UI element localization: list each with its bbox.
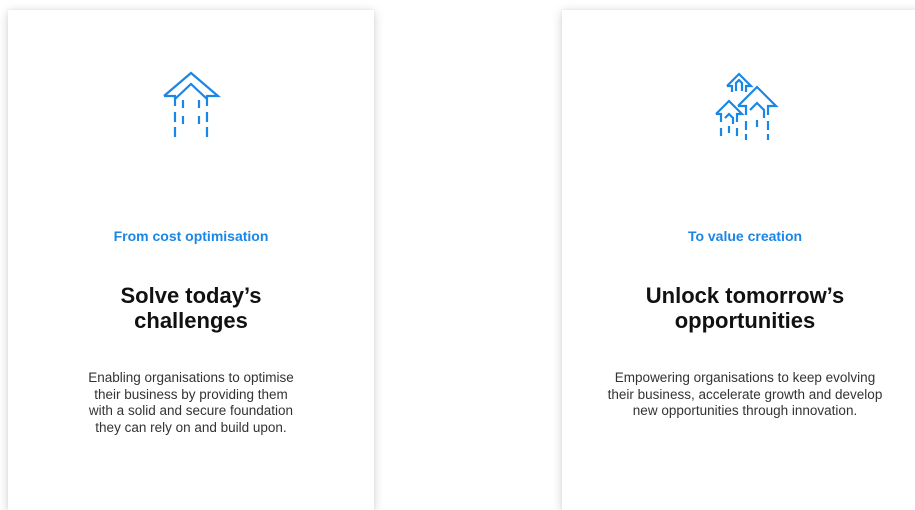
title-line-1: Unlock tomorrow’s xyxy=(645,283,845,308)
title-line-2: challenges xyxy=(134,308,248,333)
card-kicker: To value creation xyxy=(687,228,803,244)
value-creation-card: To value creation Unlock tomorrow’s oppo… xyxy=(562,10,915,510)
cost-optimisation-card: From cost optimisation Solve today’s cha… xyxy=(8,10,374,510)
card-title: Unlock tomorrow’s opportunities xyxy=(582,283,908,333)
title-line-2: opportunities xyxy=(674,308,816,333)
multiple-arrows-up-icon xyxy=(562,70,915,160)
single-arrow-up-icon xyxy=(8,70,374,160)
card-description: Enabling organisations to optimise their… xyxy=(88,370,294,435)
card-title: Solve today’s challenges xyxy=(28,283,354,333)
card-kicker: From cost optimisation xyxy=(113,228,269,244)
title-line-1: Solve today’s xyxy=(120,283,262,308)
card-description: Empowering organisations to keep evolvin… xyxy=(607,370,883,418)
